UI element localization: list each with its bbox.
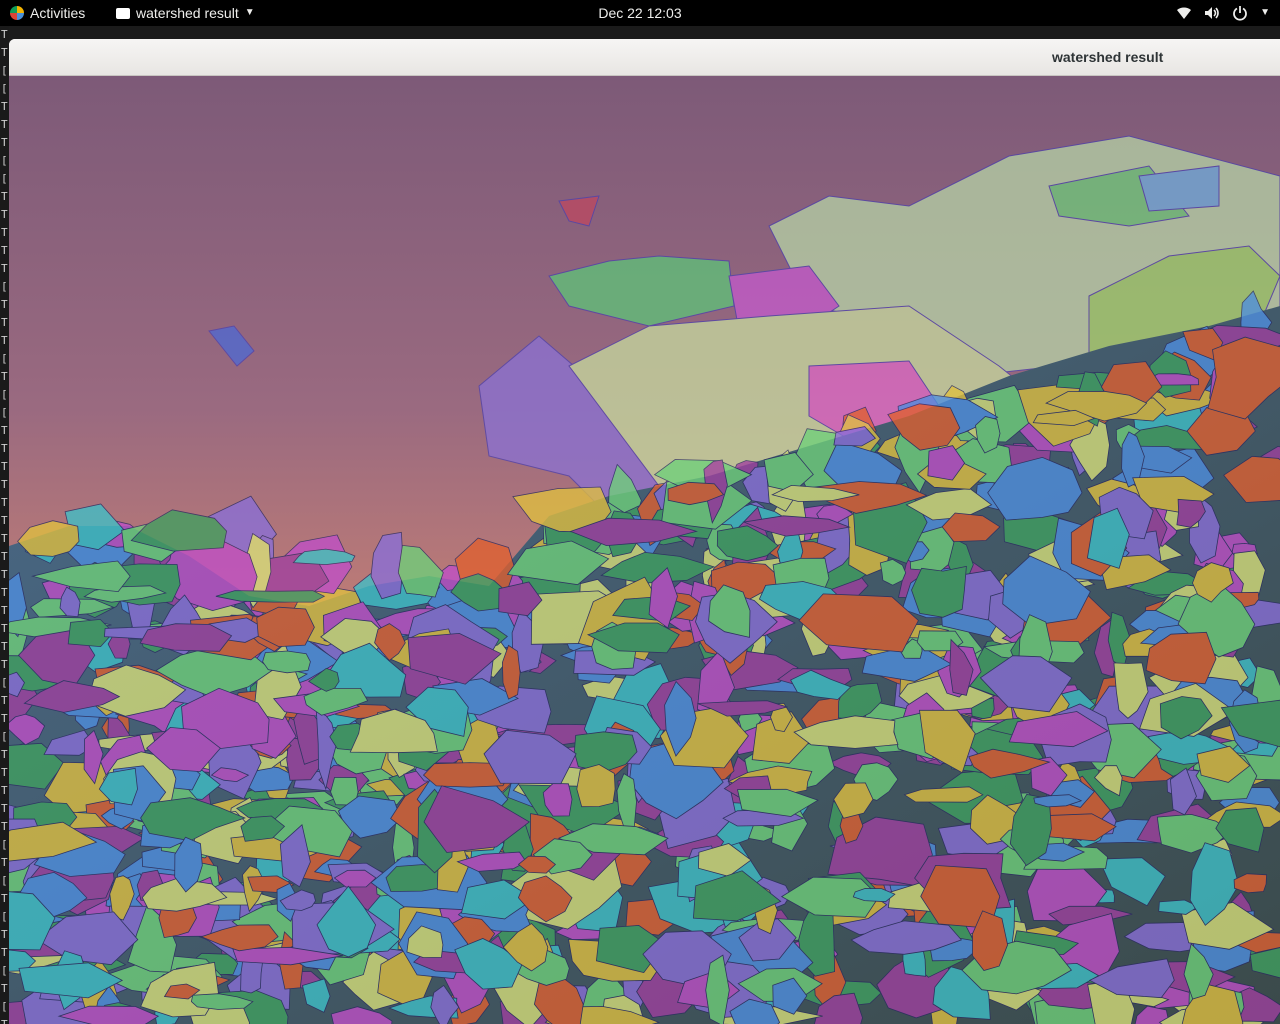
terminal-line: T <box>1 982 8 995</box>
terminal-line: T <box>1 766 8 779</box>
terminal-line: T <box>1 496 8 509</box>
terminal-line: T <box>1 370 8 383</box>
terminal-line: T <box>1 568 8 581</box>
segment-region <box>262 650 311 674</box>
image-canvas[interactable] <box>9 76 1280 1024</box>
terminal-line: T <box>1 622 8 635</box>
watershed-image <box>9 76 1280 1024</box>
terminal-line: T <box>1 136 8 149</box>
image-window[interactable]: watershed result <box>9 39 1280 1024</box>
volume-icon <box>1204 6 1220 20</box>
terminal-line: T <box>1 190 8 203</box>
terminal-line: T <box>1 316 8 329</box>
terminal-line: T <box>1 118 8 131</box>
segment-region <box>911 565 967 618</box>
system-menu[interactable]: ▼ <box>1176 0 1270 26</box>
window-title: watershed result <box>1052 49 1164 65</box>
terminal-line: T <box>1 514 8 527</box>
terminal-line: T <box>1 784 8 797</box>
terminal-line: T <box>1 586 8 599</box>
terminal-line: [ <box>1 874 8 887</box>
terminal-line: T <box>1 928 8 941</box>
terminal-line: T <box>1 424 8 437</box>
chevron-down-icon: ▼ <box>1260 7 1270 18</box>
wifi-icon <box>1176 6 1192 20</box>
terminal-line: T <box>1 658 8 671</box>
terminal-line: [ <box>1 406 8 419</box>
terminal-line: T <box>1 802 8 815</box>
window-titlebar[interactable]: watershed result <box>9 39 1280 76</box>
clock[interactable]: Dec 22 12:03 <box>0 0 1280 26</box>
terminal-line: T <box>1 712 8 725</box>
terminal-line: T <box>1 694 8 707</box>
terminal-line: T <box>1 892 8 905</box>
terminal-line: [ <box>1 172 8 185</box>
terminal-line: [ <box>1 388 8 401</box>
terminal-line: T <box>1 100 8 113</box>
terminal-line: T <box>1 748 8 761</box>
terminal-line: T <box>1 604 8 617</box>
terminal-line: [ <box>1 838 8 851</box>
terminal-line: T <box>1 244 8 257</box>
terminal-line: T <box>1 298 8 311</box>
terminal-line: T <box>1 856 8 869</box>
terminal-line: T <box>1 442 8 455</box>
segment-region <box>576 764 616 808</box>
terminal-line: T <box>1 226 8 239</box>
terminal-line: [ <box>1 910 8 923</box>
power-icon <box>1232 5 1248 21</box>
terminal-line: [ <box>1 964 8 977</box>
terminal-line: T <box>1 820 8 833</box>
terminal-line: [ <box>1 82 8 95</box>
top-bar: Activities watershed result ▼ Dec 22 12:… <box>0 0 1280 26</box>
terminal-line: [ <box>1 64 8 77</box>
terminal-line: T <box>1 640 8 653</box>
terminal-line: T <box>1 460 8 473</box>
terminal-line: T <box>1 46 8 59</box>
terminal-line: [ <box>1 280 8 293</box>
terminal-line: T <box>1 208 8 221</box>
background-terminal: T T[[T T T[[T T T T T[T T T[T[[T T T T T T T T T T T T T T[T T[… <box>0 26 9 1024</box>
terminal-line: [ <box>1 730 8 743</box>
terminal-line: T <box>1 334 8 347</box>
terminal-line: [ <box>1 154 8 167</box>
terminal-line: T <box>1 532 8 545</box>
terminal-line: T <box>1 550 8 563</box>
terminal-line: T <box>1 262 8 275</box>
terminal-line: [ <box>1 676 8 689</box>
terminal-line: T <box>1 28 8 41</box>
terminal-line: [ <box>1 352 8 365</box>
terminal-line: T <box>1 478 8 491</box>
terminal-line: [ <box>1 1000 8 1013</box>
terminal-line: T <box>1 946 8 959</box>
terminal-line: T <box>0 1016 9 1024</box>
